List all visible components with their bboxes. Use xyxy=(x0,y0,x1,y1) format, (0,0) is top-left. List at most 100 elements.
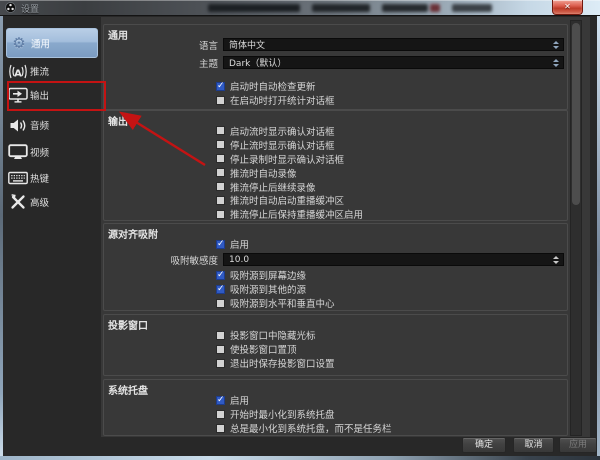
checkbox-icon xyxy=(216,154,225,163)
sidebar-item-label: 高级 xyxy=(30,195,49,209)
background-window-blur xyxy=(430,4,440,12)
settings-window: 设置 ✕ ⚙ 通用 A xyxy=(0,0,600,460)
checkbox-icon xyxy=(216,82,225,91)
sidebar-item-video[interactable]: 视频 xyxy=(6,139,98,165)
sidebar-item-label: 视频 xyxy=(30,145,49,159)
cancel-button[interactable]: 取消 xyxy=(513,437,554,453)
checkbox-keep-replay-buffer[interactable]: 推流停止后保持重播缓冲区启用 xyxy=(216,207,564,221)
gear-icon: ⚙ xyxy=(7,36,31,51)
checkbox-icon xyxy=(216,424,225,433)
sidebar-item-label: 通用 xyxy=(31,36,50,50)
obs-logo-icon xyxy=(5,2,16,13)
checkbox-snapping-enable[interactable]: 启用 xyxy=(216,237,564,251)
background-window-blur xyxy=(312,4,370,12)
checkbox-icon xyxy=(216,299,225,308)
group-snapping: 源对齐吸附 启用 吸附敏感度 10.0 吸附源到屏幕边缘 xyxy=(103,223,568,311)
checkbox-projector-hide-cursor[interactable]: 投影窗口中隐藏光标 xyxy=(216,328,564,342)
checkbox-projector-always-on-top[interactable]: 使投影窗口置顶 xyxy=(216,342,564,356)
checkbox-confirm-stop-stream[interactable]: 停止流时显示确认对话框 xyxy=(216,138,564,152)
sidebar-item-stream[interactable]: A 推流 xyxy=(6,58,98,84)
checkbox-icon xyxy=(216,126,225,135)
chevron-updown-icon xyxy=(553,59,559,67)
language-select[interactable]: 简体中文 xyxy=(223,38,564,51)
group-tray: 系统托盘 启用 开始时最小化到系统托盘 总是最小化到系统托盘，而不是任务栏 xyxy=(103,379,568,436)
tools-icon xyxy=(6,194,30,210)
checkbox-snap-center[interactable]: 吸附源到水平和垂直中心 xyxy=(216,296,564,310)
checkbox-icon xyxy=(216,271,225,280)
checkbox-icon xyxy=(216,359,225,368)
checkbox-icon xyxy=(216,140,225,149)
checkbox-icon xyxy=(216,331,225,340)
snap-sensitivity-value: 10.0 xyxy=(229,255,249,265)
checkbox-replay-buffer-stream[interactable]: 推流时自动启动重播缓冲区 xyxy=(216,193,564,207)
checkbox-auto-update[interactable]: 启动时自动检查更新 xyxy=(216,79,564,93)
group-tray-header: 系统托盘 xyxy=(108,382,148,397)
close-button[interactable]: ✕ xyxy=(552,0,583,15)
keyboard-icon xyxy=(6,171,30,185)
group-general: 通用 语言 简体中文 主题 Dark（默认） 启动时自动检查更新 xyxy=(103,24,568,110)
background-window-blur xyxy=(382,4,428,12)
checkbox-icon xyxy=(216,240,225,249)
theme-label: 主题 xyxy=(104,56,223,70)
checkbox-icon xyxy=(216,285,225,294)
titlebar-highlight xyxy=(0,0,600,1)
checkbox-open-stats[interactable]: 在启动时打开统计对话框 xyxy=(216,93,564,107)
ok-button[interactable]: 确定 xyxy=(462,437,506,453)
spinner-updown-icon xyxy=(553,256,559,264)
checkbox-confirm-start-stream[interactable]: 启动流时显示确认对话框 xyxy=(216,124,564,138)
checkbox-icon xyxy=(216,396,225,405)
checkbox-confirm-stop-record[interactable]: 停止录制时显示确认对话框 xyxy=(216,152,564,166)
sidebar-item-label: 推流 xyxy=(30,64,49,78)
checkbox-icon xyxy=(216,196,225,205)
checkbox-tray-enable[interactable]: 启用 xyxy=(216,393,564,407)
checkbox-projector-save-on-exit[interactable]: 退出时保存投影窗口设置 xyxy=(216,356,564,370)
checkbox-tray-minimize-start[interactable]: 开始时最小化到系统托盘 xyxy=(216,407,564,421)
sidebar-item-label: 音频 xyxy=(30,118,49,132)
svg-text:A: A xyxy=(14,68,22,79)
snap-sensitivity-spinbox[interactable]: 10.0 xyxy=(223,253,564,266)
sidebar-item-audio[interactable]: 音频 xyxy=(6,112,98,138)
output-monitor-icon xyxy=(6,87,30,103)
sidebar-item-label: 输出 xyxy=(30,88,49,102)
snap-sensitivity-label: 吸附敏感度 xyxy=(104,253,223,267)
dialog-body: ⚙ 通用 A 推流 xyxy=(3,16,597,456)
theme-value: Dark（默认） xyxy=(229,56,286,69)
checkbox-icon xyxy=(216,182,225,191)
sidebar-item-advanced[interactable]: 高级 xyxy=(6,189,98,215)
checkbox-icon xyxy=(216,96,225,105)
vertical-scrollbar[interactable] xyxy=(570,20,582,436)
sidebar-item-output[interactable]: 输出 xyxy=(6,82,98,108)
group-snapping-header: 源对齐吸附 xyxy=(108,226,158,241)
sidebar-item-label: 热键 xyxy=(30,171,49,185)
checkbox-icon xyxy=(216,345,225,354)
stream-antenna-icon: A xyxy=(6,64,30,79)
monitor-icon xyxy=(6,144,30,160)
background-window-blur xyxy=(208,4,300,12)
group-projector-header: 投影窗口 xyxy=(108,317,148,332)
theme-select[interactable]: Dark（默认） xyxy=(223,56,564,69)
checkbox-icon xyxy=(216,210,225,219)
background-window-blur xyxy=(452,4,492,12)
window-title: 设置 xyxy=(21,2,39,15)
group-output: 输出 启动流时显示确认对话框 停止流时显示确认对话框 停止录制时显示确认对话框 … xyxy=(103,110,568,221)
language-value: 简体中文 xyxy=(229,38,265,51)
language-label: 语言 xyxy=(104,38,223,52)
group-projector: 投影窗口 投影窗口中隐藏光标 使投影窗口置顶 退出时保存投影窗口设置 xyxy=(103,314,568,376)
checkbox-snap-screen-edge[interactable]: 吸附源到屏幕边缘 xyxy=(216,268,564,282)
scrollbar-thumb[interactable] xyxy=(572,23,580,205)
window-frame-bottom xyxy=(0,456,600,460)
checkbox-keep-recording[interactable]: 推流停止后继续录像 xyxy=(216,180,564,194)
sidebar-item-general[interactable]: ⚙ 通用 xyxy=(6,28,98,58)
sidebar-item-hotkeys[interactable]: 热键 xyxy=(6,165,98,191)
checkbox-record-when-streaming[interactable]: 推流时自动录像 xyxy=(216,166,564,180)
apply-button[interactable]: 应用 xyxy=(559,437,597,453)
speaker-icon xyxy=(6,118,30,133)
checkbox-icon xyxy=(216,410,225,419)
group-output-header: 输出 xyxy=(108,113,128,128)
titlebar[interactable]: 设置 ✕ xyxy=(0,0,600,16)
checkbox-snap-other-sources[interactable]: 吸附源到其他的源 xyxy=(216,282,564,296)
checkbox-icon xyxy=(216,168,225,177)
chevron-updown-icon xyxy=(553,41,559,49)
close-icon: ✕ xyxy=(564,2,571,11)
checkbox-tray-always-minimize[interactable]: 总是最小化到系统托盘，而不是任务栏 xyxy=(216,421,564,435)
